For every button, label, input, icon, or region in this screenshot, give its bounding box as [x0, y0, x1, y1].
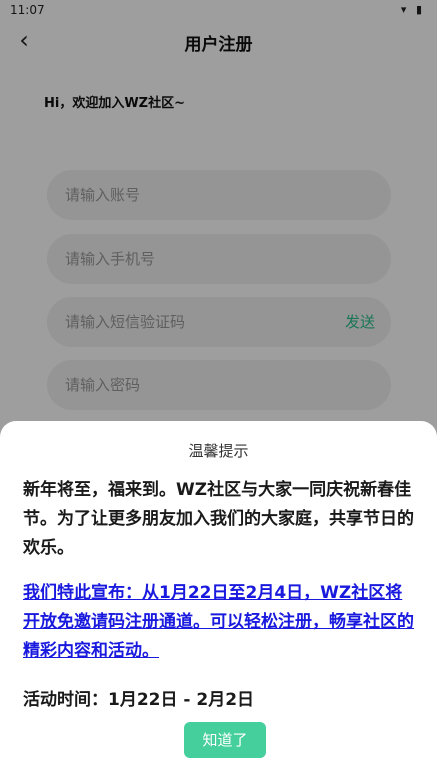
dialog-announcement-link[interactable]: 我们特此宣布：从1月22日至2月4日，WZ社区将开放免邀请码注册通道。可以轻松注… [23, 579, 417, 666]
notice-dialog: 温馨提示 新年将至，福来到。WZ社区与大家一同庆祝新春佳节。为了让更多朋友加入我… [0, 421, 437, 776]
acknowledge-button[interactable]: 知道了 [184, 722, 266, 758]
dialog-title: 温馨提示 [188, 442, 249, 460]
dialog-paragraph-1: 新年将至，福来到。WZ社区与大家一同庆祝新春佳节。为了让更多朋友加入我们的大家庭… [23, 480, 414, 558]
activity-period: 活动时间：1月22日 - 2月2日 [23, 690, 255, 710]
